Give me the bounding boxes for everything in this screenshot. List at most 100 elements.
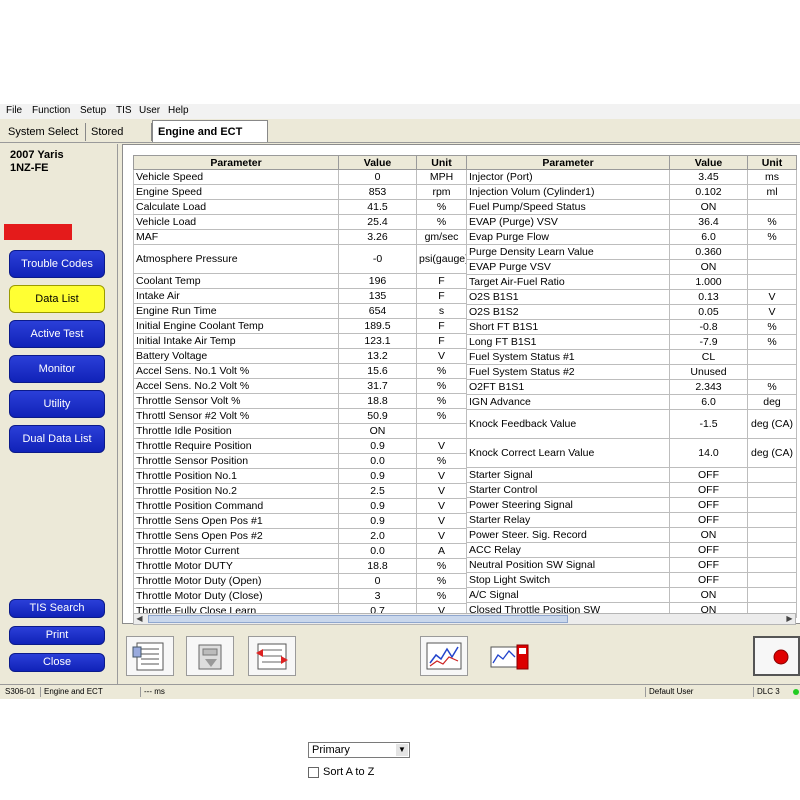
select-data-button[interactable] — [126, 636, 174, 676]
table-row[interactable]: EVAP Purge VSV ON — [466, 259, 797, 275]
header-value[interactable]: Value — [669, 155, 748, 170]
table-row[interactable]: Knock Correct Learn Value 14.0 deg (CA) — [466, 438, 797, 468]
record-list-button[interactable] — [248, 636, 296, 676]
horizontal-scrollbar[interactable]: ◀ ▶ — [133, 613, 796, 625]
table-row[interactable]: Throttle Motor Duty (Open) 0% — [133, 573, 467, 589]
table-row[interactable]: Throttle Sensor Position 0.0% — [133, 453, 467, 469]
table-row[interactable]: Throttle Require Position 0.9 V — [133, 438, 467, 454]
table-row[interactable]: Vehicle Speed 0 MPH — [133, 169, 467, 185]
menu-function[interactable]: Function — [32, 105, 70, 116]
unit-cell: V — [747, 304, 797, 320]
table-row[interactable]: Initial Intake Air Temp 123.1 F — [133, 333, 467, 349]
value-cell: ON — [338, 423, 417, 439]
connection-indicator-icon — [793, 689, 799, 695]
parameter-cell: Throttle Position No.1 — [133, 468, 339, 484]
table-row[interactable]: Knock Feedback Value -1.5 deg (CA) — [466, 409, 797, 439]
value-cell: 36.4 — [669, 214, 748, 230]
monitor-button[interactable]: Monitor — [9, 355, 105, 383]
table-row[interactable]: Accel Sens. No.2 Volt % 31.7% — [133, 378, 467, 394]
graph-fuel-button[interactable] — [486, 636, 534, 676]
table-row[interactable]: Evap Purge Flow 6.0% — [466, 229, 797, 245]
dual-data-list-button[interactable]: Dual Data List — [9, 425, 105, 453]
table-row[interactable]: Throttl Sensor #2 Volt % 50.9% — [133, 408, 467, 424]
table-row[interactable]: Fuel System Status #2 Unused — [466, 364, 797, 380]
table-row[interactable]: Stop Light Switch OFF — [466, 572, 797, 588]
tab-system-select[interactable]: System Select — [3, 123, 86, 141]
scrollbar-thumb[interactable] — [148, 615, 568, 623]
scroll-left-icon[interactable]: ◀ — [134, 614, 145, 624]
table-row[interactable]: Coolant Temp 196 F — [133, 273, 467, 289]
tis-search-button[interactable]: TIS Search — [9, 599, 105, 618]
table-row[interactable]: Throttle Sens Open Pos #1 0.9 V — [133, 513, 467, 529]
menu-file[interactable]: File — [6, 105, 22, 116]
table-row[interactable]: ACC Relay OFF — [466, 542, 797, 558]
parameter-cell: Injection Volum (Cylinder1) — [466, 184, 670, 200]
table-row[interactable]: Throttle Sens Open Pos #2 2.0 V — [133, 528, 467, 544]
print-button[interactable]: Print — [9, 626, 105, 645]
record-button[interactable] — [753, 636, 800, 676]
table-row[interactable]: O2S B1S2 0.05 V — [466, 304, 797, 320]
trouble-codes-button[interactable]: Trouble Codes — [9, 250, 105, 278]
table-row[interactable]: Throttle Motor Duty (Close) 3% — [133, 588, 467, 604]
data-list-button[interactable]: Data List — [9, 285, 105, 313]
table-row[interactable]: Injector (Port) 3.45 ms — [466, 169, 797, 185]
unit-cell: F — [416, 333, 467, 349]
scroll-right-icon[interactable]: ▶ — [784, 614, 795, 624]
table-row[interactable]: Initial Engine Coolant Temp 189.5 F — [133, 318, 467, 334]
table-row[interactable]: Vehicle Load 25.4% — [133, 214, 467, 230]
table-row[interactable]: Throttle Position No.2 2.5 V — [133, 483, 467, 499]
menu-user[interactable]: User — [139, 105, 160, 116]
table-row[interactable]: Atmosphere Pressure -0 psi(gauge) — [133, 244, 467, 274]
menu-tis[interactable]: TIS — [116, 105, 132, 116]
table-row[interactable]: Throttle Sensor Volt % 18.8% — [133, 393, 467, 409]
table-row[interactable]: Long FT B1S1 -7.9% — [466, 334, 797, 350]
table-row[interactable]: Power Steering Signal OFF — [466, 497, 797, 513]
table-row[interactable]: Intake Air 135 F — [133, 288, 467, 304]
table-row[interactable]: Battery Voltage 13.2 V — [133, 348, 467, 364]
table-row[interactable]: Starter Relay OFF — [466, 512, 797, 528]
table-row[interactable]: Accel Sens. No.1 Volt % 15.6% — [133, 363, 467, 379]
close-button[interactable]: Close — [9, 653, 105, 672]
table-row[interactable]: Throttle Motor DUTY 18.8% — [133, 558, 467, 574]
sort-checkbox[interactable] — [308, 767, 319, 778]
table-row[interactable]: Fuel System Status #1 CL — [466, 349, 797, 365]
data-group-select[interactable]: Primary ▼ — [308, 742, 410, 758]
active-test-button[interactable]: Active Test — [9, 320, 105, 348]
table-row[interactable]: Starter Signal OFF — [466, 467, 797, 483]
table-row[interactable]: O2S B1S1 0.13 V — [466, 289, 797, 305]
table-row[interactable]: Fuel Pump/Speed Status ON — [466, 199, 797, 215]
table-row[interactable]: Throttle Motor Current 0.0 A — [133, 543, 467, 559]
table-row[interactable]: Purge Density Learn Value 0.360 — [466, 244, 797, 260]
table-row[interactable]: MAF 3.26 gm/sec — [133, 229, 467, 245]
header-value[interactable]: Value — [338, 155, 417, 170]
table-row[interactable]: O2FT B1S1 2.343% — [466, 379, 797, 395]
menu-help[interactable]: Help — [168, 105, 189, 116]
table-row[interactable]: IGN Advance 6.0 deg — [466, 394, 797, 410]
parameter-cell: Starter Control — [466, 482, 670, 498]
table-row[interactable]: Throttle Idle Position ON — [133, 423, 467, 439]
table-row[interactable]: Power Steer. Sig. Record ON — [466, 527, 797, 543]
tab-engine-ect-live[interactable]: Engine and ECT Live — [152, 120, 268, 160]
table-row[interactable]: Injection Volum (Cylinder1) 0.102 ml — [466, 184, 797, 200]
table-row[interactable]: Target Air-Fuel Ratio 1.000 — [466, 274, 797, 290]
table-row[interactable]: EVAP (Purge) VSV 36.4% — [466, 214, 797, 230]
tab-stored-data[interactable]: Stored Data — [86, 123, 152, 156]
menu-setup[interactable]: Setup — [80, 105, 106, 116]
header-parameter[interactable]: Parameter — [133, 155, 339, 170]
table-row[interactable]: Calculate Load 41.5% — [133, 199, 467, 215]
table-row[interactable]: A/C Signal ON — [466, 587, 797, 603]
graph-button[interactable] — [420, 636, 468, 676]
table-row[interactable]: Short FT B1S1 -0.8% — [466, 319, 797, 335]
table-row[interactable]: Neutral Position SW Signal OFF — [466, 557, 797, 573]
table-row[interactable]: Throttle Position Command 0.9 V — [133, 498, 467, 514]
header-unit[interactable]: Unit — [416, 155, 467, 170]
table-row[interactable]: Throttle Position No.1 0.9 V — [133, 468, 467, 484]
utility-button[interactable]: Utility — [9, 390, 105, 418]
table-row[interactable]: Engine Run Time 654 s — [133, 303, 467, 319]
table-row[interactable]: Engine Speed 853 rpm — [133, 184, 467, 200]
value-cell: 0.9 — [338, 438, 417, 454]
snapshot-button[interactable] — [186, 636, 234, 676]
header-parameter[interactable]: Parameter — [466, 155, 670, 170]
header-unit[interactable]: Unit — [747, 155, 797, 170]
table-row[interactable]: Starter Control OFF — [466, 482, 797, 498]
